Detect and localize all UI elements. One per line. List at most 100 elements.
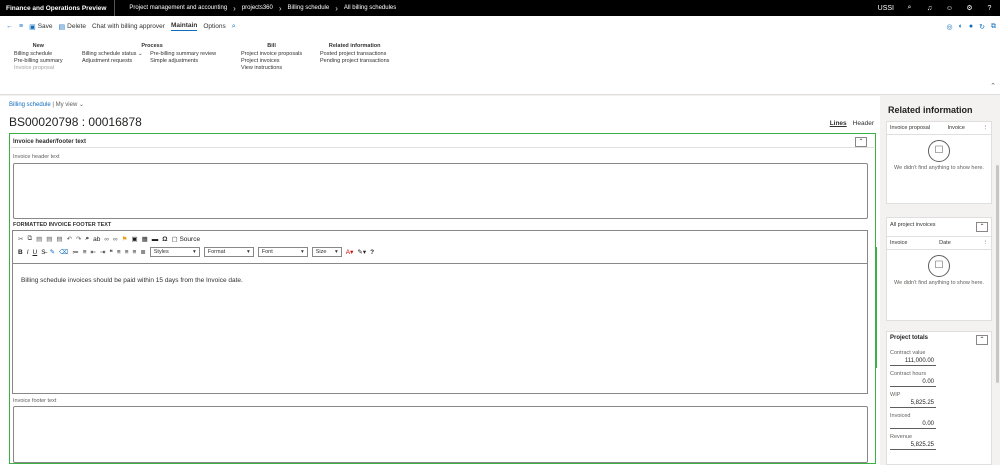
- horizontal-line-icon[interactable]: ▬: [152, 236, 159, 243]
- notes-icon[interactable]: ●: [969, 23, 973, 31]
- app-name[interactable]: Finance and Operations Preview: [0, 0, 116, 16]
- special-char-icon[interactable]: Ω: [162, 236, 167, 243]
- cut-icon[interactable]: ✂: [18, 235, 23, 243]
- back-button[interactable]: ←: [6, 23, 13, 30]
- tab-header[interactable]: Header: [853, 120, 874, 127]
- column-header-date[interactable]: Date: [939, 240, 951, 246]
- replace-icon[interactable]: ab: [93, 236, 100, 243]
- invoice-header-text-label: Invoice header text: [13, 154, 60, 160]
- blockquote-icon[interactable]: ❝: [109, 248, 113, 256]
- find-icon[interactable]: ⌕: [85, 235, 89, 243]
- copy-icon[interactable]: ⧉: [27, 235, 32, 243]
- align-center-icon[interactable]: ≡: [125, 249, 129, 256]
- tab-lines[interactable]: Lines: [830, 120, 847, 127]
- project-invoices[interactable]: Project invoices: [241, 58, 302, 65]
- main-content: Billing schedule | My view ⌄ BS00020798 …: [0, 96, 880, 465]
- paste-icon[interactable]: ▤: [36, 235, 42, 243]
- related-info-title: Related information: [888, 105, 973, 115]
- wip-field: 5,825.25: [890, 399, 936, 408]
- breadcrumb-item[interactable]: All billing schedules: [344, 5, 396, 11]
- simple-adjustments[interactable]: Simple adjustments: [150, 58, 216, 65]
- font-dropdown[interactable]: Font ▾: [257, 247, 308, 257]
- company-picker[interactable]: USSI: [878, 5, 894, 12]
- chat-button[interactable]: Chat with billing approver: [92, 23, 165, 30]
- pending-project-transactions[interactable]: Pending project transactions: [320, 58, 389, 65]
- column-header-invoice-proposal[interactable]: Invoice proposal: [890, 125, 930, 131]
- new-billing-schedule[interactable]: Billing schedule: [14, 51, 63, 58]
- collapse-ribbon-icon[interactable]: ⌃: [990, 82, 996, 90]
- office-icon[interactable]: ◐: [959, 23, 963, 31]
- search-icon[interactable]: ⌕: [232, 23, 236, 31]
- format-dropdown[interactable]: Format ▾: [203, 247, 254, 257]
- help-icon[interactable]: ?: [370, 249, 374, 256]
- anchor-flag-icon[interactable]: ⚑: [122, 235, 128, 243]
- project-invoice-proposals[interactable]: Project invoice proposals: [241, 51, 302, 58]
- source-button[interactable]: ▢ Source: [172, 235, 201, 243]
- more-icon[interactable]: ⋮: [983, 125, 989, 131]
- hamburger-button[interactable]: ≡: [19, 23, 23, 30]
- text-color-icon[interactable]: A▾: [346, 248, 354, 256]
- bullet-list-icon[interactable]: ≡: [83, 249, 87, 256]
- popout-icon[interactable]: ⧉: [991, 23, 996, 31]
- invoice-header-text-input[interactable]: [13, 163, 868, 219]
- pre-billing-summary-review[interactable]: Pre-billing summary review: [150, 51, 216, 58]
- justify-icon[interactable]: ≣: [140, 248, 145, 256]
- column-header-invoice[interactable]: Invoice: [890, 240, 907, 246]
- indent-icon[interactable]: ⇥: [100, 248, 105, 256]
- styles-dropdown[interactable]: Styles ▾: [149, 247, 200, 257]
- collapse-icon[interactable]: ⌃: [976, 222, 988, 232]
- breadcrumb-item[interactable]: projects360: [242, 5, 273, 11]
- table-icon[interactable]: ▦: [142, 235, 148, 243]
- new-pre-billing-summary[interactable]: Pre-billing summary: [14, 58, 63, 65]
- gear-icon[interactable]: ⚙: [965, 4, 974, 12]
- editor-body[interactable]: Billing schedule invoices should be paid…: [13, 263, 867, 394]
- unlink-icon[interactable]: ∞: [113, 236, 118, 243]
- bold-icon[interactable]: B: [18, 249, 23, 256]
- background-color-icon[interactable]: ✎▾: [357, 248, 366, 256]
- save-button[interactable]: ▣ Save: [29, 23, 52, 31]
- view-selector[interactable]: My view ⌄: [56, 102, 84, 108]
- posted-project-transactions[interactable]: Posted project transactions: [320, 51, 389, 58]
- search-icon[interactable]: ⌕: [905, 4, 914, 12]
- clear-icon[interactable]: ⌫: [59, 248, 68, 256]
- view-instructions[interactable]: View instructions: [241, 65, 302, 72]
- tab-options[interactable]: Options: [203, 23, 225, 30]
- side-pane-scrollbar[interactable]: [996, 165, 999, 383]
- delete-button[interactable]: ▤ Delete: [59, 23, 86, 31]
- billing-schedule-status-menu[interactable]: Billing schedule status ⌄: [82, 51, 143, 58]
- italic-icon[interactable]: I: [27, 249, 29, 256]
- smiley-icon[interactable]: ☺: [945, 5, 954, 12]
- underline-icon[interactable]: U: [33, 249, 38, 256]
- column-header-invoice[interactable]: Invoice: [948, 125, 965, 131]
- paste-text-icon[interactable]: ▤: [46, 235, 52, 243]
- help-icon[interactable]: ?: [985, 5, 994, 12]
- form-breadcrumb-link[interactable]: Billing schedule: [9, 102, 51, 108]
- refresh-icon[interactable]: ↻: [979, 23, 985, 31]
- collapse-icon[interactable]: ⌃: [855, 137, 867, 147]
- more-icon[interactable]: ⋮: [983, 240, 989, 246]
- new-invoice-proposal[interactable]: Invoice proposal: [14, 65, 63, 72]
- align-left-icon[interactable]: ≡: [117, 249, 121, 256]
- undo-icon[interactable]: ↶: [67, 235, 72, 243]
- editor-toolbar-1: ✂ ⧉ ▤ ▤ ▤ ↶ ↷ ⌕ ab ∞ ∞ ⚑ ▣ ▦ ▬ Ω ▢ Sourc…: [13, 233, 867, 245]
- bell-icon[interactable]: ♫: [925, 5, 934, 12]
- paste-word-icon[interactable]: ▤: [56, 235, 62, 243]
- image-icon[interactable]: ▣: [131, 235, 137, 243]
- adjustment-requests[interactable]: Adjustment requests: [82, 58, 143, 65]
- outdent-icon[interactable]: ⇤: [91, 248, 96, 256]
- breadcrumb: Project management and accounting › proj…: [115, 4, 396, 13]
- invoice-footer-text-input[interactable]: [13, 406, 868, 463]
- breadcrumb-item[interactable]: Project management and accounting: [129, 5, 227, 11]
- remove-format-icon[interactable]: ✎: [50, 248, 55, 256]
- collapse-icon[interactable]: ⌃: [976, 335, 988, 345]
- tab-maintain[interactable]: Maintain: [170, 22, 198, 31]
- align-right-icon[interactable]: ≡: [133, 249, 137, 256]
- size-dropdown[interactable]: Size ▾: [311, 247, 342, 257]
- redo-icon[interactable]: ↷: [76, 235, 81, 243]
- strikethrough-icon[interactable]: S̶: [41, 249, 45, 256]
- link-icon[interactable]: ∞: [104, 236, 109, 243]
- breadcrumb-item[interactable]: Billing schedule: [288, 5, 330, 11]
- panel-header[interactable]: Invoice header/footer text: [11, 136, 874, 148]
- numbered-list-icon[interactable]: ≔: [72, 248, 79, 256]
- attach-icon[interactable]: ◎: [947, 23, 953, 31]
